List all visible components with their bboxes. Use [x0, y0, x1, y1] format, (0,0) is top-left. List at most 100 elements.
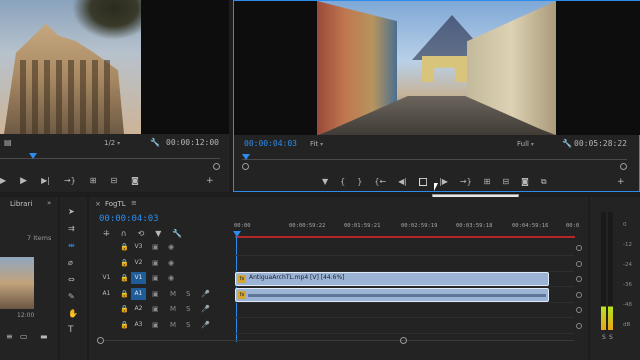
mute-button[interactable]: M — [170, 303, 176, 315]
program-zoom-handle-right[interactable] — [620, 163, 627, 170]
track-target[interactable]: V2 — [131, 257, 146, 269]
razor-tool-icon[interactable]: ⌀ — [68, 258, 73, 268]
mute-button[interactable]: M — [170, 319, 176, 331]
track-target[interactable]: A1 — [131, 287, 146, 300]
step-back-icon[interactable]: ◀| — [398, 177, 407, 187]
track-height-handle[interactable] — [576, 276, 582, 282]
solo-left[interactable]: S — [602, 334, 606, 341]
lock-icon[interactable]: 🔒 — [120, 303, 129, 315]
panel-expand-icon[interactable]: » — [47, 199, 51, 207]
go-to-out-icon[interactable]: →} — [460, 177, 472, 187]
wrench-icon[interactable]: 🔧 — [150, 138, 160, 148]
mark-in-icon[interactable]: { — [340, 177, 345, 187]
program-zoom-handle-left[interactable] — [242, 163, 249, 170]
eye-icon[interactable]: ◉ — [168, 257, 174, 269]
timeline-zoom-handle-right[interactable] — [400, 337, 407, 344]
add-button-icon[interactable]: + — [617, 177, 625, 187]
source-zoom-handle[interactable] — [213, 163, 220, 170]
wrench-icon[interactable]: 🔧 — [172, 229, 182, 239]
lock-icon[interactable]: 🔒 — [120, 241, 129, 253]
menu-icon[interactable]: ≡ — [131, 199, 137, 207]
stop-icon[interactable]: ■ — [419, 178, 427, 186]
camera-icon[interactable]: ◙ — [521, 177, 529, 187]
settings-icon[interactable]: ▤ — [4, 138, 12, 148]
video-track-row[interactable]: 🔒 V3 ▣ ◉ — [89, 241, 588, 256]
track-target[interactable]: A2 — [131, 303, 146, 315]
track-height-handle[interactable] — [576, 245, 582, 251]
clip-thumbnail[interactable] — [0, 257, 34, 309]
track-height-handle[interactable] — [576, 322, 582, 329]
icon-view-icon[interactable]: ▭ — [20, 332, 28, 342]
solo-button[interactable]: S — [186, 319, 190, 331]
audio-track-row[interactable]: 🔒 A3 ▣ M S 🎤 — [89, 319, 588, 334]
quality-select[interactable]: Full — [517, 140, 534, 148]
go-out-icon[interactable]: →} — [64, 176, 76, 186]
ripple-edit-tool-icon[interactable]: ⇹ — [68, 241, 75, 251]
audio-clip[interactable]: fx — [235, 288, 549, 302]
sync-lock-icon[interactable]: ▣ — [152, 272, 159, 284]
pen-tool-icon[interactable]: ✎ — [68, 292, 75, 302]
audio-track-row[interactable]: 🔒 A2 ▣ M S 🎤 — [89, 303, 588, 318]
compare-icon[interactable]: ⧉ — [541, 177, 547, 187]
list-view-icon[interactable]: ≡ — [6, 332, 13, 342]
microphone-icon[interactable]: 🎤 — [201, 303, 210, 315]
eye-icon[interactable]: ◉ — [168, 241, 174, 253]
step-forward-icon[interactable]: ▶| — [41, 176, 50, 186]
selection-tool-icon[interactable]: ➤ — [68, 207, 75, 217]
track-target[interactable]: V3 — [131, 241, 146, 253]
lock-icon[interactable]: 🔒 — [120, 272, 129, 284]
mute-button[interactable]: M — [170, 288, 176, 300]
libraries-tab[interactable]: Librari — [10, 200, 32, 208]
sync-lock-icon[interactable]: ▣ — [152, 257, 159, 269]
source-patch[interactable]: V1 — [99, 272, 114, 284]
lock-icon[interactable]: 🔒 — [120, 288, 129, 300]
go-to-in-icon[interactable]: {← — [374, 177, 386, 187]
eye-icon[interactable]: ◉ — [168, 272, 174, 284]
insert-icon[interactable]: ⊞ — [90, 176, 97, 186]
sync-lock-icon[interactable]: ▣ — [152, 303, 159, 315]
program-scrub-bar[interactable] — [242, 159, 627, 160]
timeline-timecode[interactable]: 00:00:04:03 — [99, 214, 159, 224]
video-track-row[interactable]: 🔒 V2 ▣ ◉ — [89, 257, 588, 272]
track-select-tool-icon[interactable]: ⇉ — [68, 224, 75, 234]
solo-button[interactable]: S — [186, 288, 190, 300]
time-ruler[interactable]: 00:00 00:00:59:22 00:01:59:21 00:02:59:19 00… — [234, 223, 579, 235]
snap-icon[interactable]: ∩ — [121, 229, 127, 239]
timeline-scrollbar[interactable] — [104, 340, 574, 341]
microphone-icon[interactable]: 🎤 — [201, 319, 210, 331]
hand-tool-icon[interactable]: ✋ — [68, 309, 78, 319]
nest-icon[interactable]: ⁜ — [103, 229, 110, 239]
sync-lock-icon[interactable]: ▣ — [152, 241, 159, 253]
track-height-handle[interactable] — [576, 307, 582, 313]
add-marker-icon[interactable]: ▼ — [322, 177, 328, 187]
video-clip[interactable]: fx AntiguaArchTL.mp4 [V] [44.6%] — [235, 272, 549, 286]
overwrite-icon[interactable]: ⊟ — [110, 176, 117, 186]
linked-selection-icon[interactable]: ⟲ — [138, 229, 145, 239]
close-icon[interactable]: × — [95, 200, 101, 208]
timeline-zoom-handle-left[interactable] — [97, 337, 104, 344]
play-icon[interactable]: ▶ — [20, 176, 27, 186]
step-back-icon[interactable]: ▶ — [0, 176, 6, 186]
solo-right[interactable]: S — [609, 334, 613, 341]
wrench-icon[interactable]: 🔧 — [562, 139, 572, 149]
sync-lock-icon[interactable]: ▣ — [152, 288, 159, 300]
track-target[interactable]: V1 — [131, 272, 146, 284]
track-height-handle[interactable] — [576, 291, 582, 298]
mark-out-icon[interactable]: } — [357, 177, 362, 187]
folder-icon[interactable]: ▬ — [40, 332, 48, 342]
microphone-icon[interactable]: 🎤 — [201, 288, 210, 300]
program-timecode[interactable]: 00:00:04:03 — [244, 139, 297, 148]
sequence-tab[interactable]: FogTL — [105, 200, 126, 208]
sync-lock-icon[interactable]: ▣ — [152, 319, 159, 331]
track-height-handle[interactable] — [576, 260, 582, 267]
track-target[interactable]: A3 — [131, 319, 146, 331]
lock-icon[interactable]: 🔒 — [120, 319, 129, 331]
lock-icon[interactable]: 🔒 — [120, 257, 129, 269]
source-zoom-select[interactable]: 1/2 — [104, 139, 120, 147]
camera-icon[interactable]: ◙ — [131, 176, 139, 186]
type-tool-icon[interactable]: T — [68, 325, 74, 335]
source-patch[interactable]: A1 — [99, 288, 114, 300]
extract-icon[interactable]: ⊟ — [502, 177, 509, 187]
slip-tool-icon[interactable]: ⇔ — [68, 275, 75, 285]
lift-icon[interactable]: ⊞ — [484, 177, 491, 187]
